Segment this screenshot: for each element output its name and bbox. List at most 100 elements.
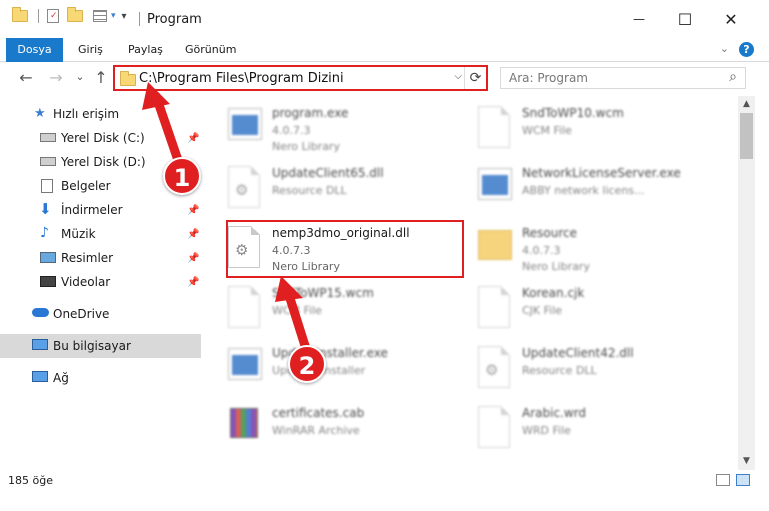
navigation-bar: ← → ⌄ ↑ C:\Program Files\Program Dizini …: [0, 62, 769, 94]
star-icon: ★: [34, 106, 46, 121]
forward-button[interactable]: →: [46, 68, 66, 87]
search-placeholder: Ara: Program: [509, 71, 588, 85]
sidebar-item-label: Bu bilgisayar: [53, 339, 131, 353]
tab-home[interactable]: Giriş: [68, 38, 113, 62]
sidebar-item-quick-access[interactable]: ★ Hızlı erişim: [0, 102, 201, 126]
pin-icon[interactable]: 📌: [187, 229, 199, 240]
app-icon: [478, 168, 512, 200]
up-button[interactable]: ↑: [91, 68, 111, 87]
address-bar[interactable]: C:\Program Files\Program Dizini ⌵ ⟳: [113, 65, 488, 91]
bottom-strip: [0, 492, 769, 511]
file-item[interactable]: Korean.cjk CJK File: [462, 280, 697, 336]
file-item[interactable]: Arabic.wrd WRD File: [462, 400, 697, 456]
file-name: NetworkLicenseServer.exe: [522, 166, 681, 180]
chevron-down-icon[interactable]: ▾: [111, 11, 116, 21]
sidebar-item-this-pc[interactable]: Bu bilgisayar: [0, 334, 201, 358]
sidebar-item-label: Hızlı erişim: [53, 107, 120, 121]
file-item[interactable]: NetworkLicenseServer.exe ABBY network li…: [462, 160, 697, 216]
pin-icon[interactable]: 📌: [187, 133, 199, 144]
back-button[interactable]: ←: [16, 68, 36, 87]
chevron-down-icon[interactable]: ⌵: [454, 71, 462, 82]
file-item[interactable]: Resource 4.0.7.3 Nero Library: [462, 220, 697, 276]
title-bar: ✓ ▾ ▾ Program — ☐ ✕: [0, 0, 769, 38]
sidebar-item-videos[interactable]: Videolar 📌: [0, 270, 201, 294]
sidebar-item-music[interactable]: ♪ Müzik 📌: [0, 222, 201, 246]
minimize-button[interactable]: —: [616, 0, 662, 38]
tab-view[interactable]: Görünüm: [175, 38, 246, 62]
cloud-icon: [32, 308, 49, 317]
dll-icon: ⚙: [478, 346, 510, 388]
sidebar-item-label: İndirmeler: [61, 203, 123, 217]
sidebar-item-downloads[interactable]: ⬇ İndirmeler 📌: [0, 198, 201, 222]
customize-toolbar-icon[interactable]: ▾: [122, 11, 127, 22]
sidebar-item-label: Belgeler: [61, 179, 111, 193]
folder-icon: [478, 230, 512, 260]
sidebar-item-pictures[interactable]: Resimler 📌: [0, 246, 201, 270]
file-name: certificates.cab: [272, 406, 365, 420]
sidebar-item-label: Videolar: [61, 275, 111, 289]
maximize-button[interactable]: ☐: [662, 0, 708, 38]
file-item[interactable]: UpdateInstaller.exe Updates installer: [212, 340, 447, 396]
vertical-scrollbar[interactable]: ▲ ▼: [738, 96, 755, 470]
scroll-up-icon[interactable]: ▲: [738, 96, 755, 113]
network-icon: [32, 371, 48, 382]
pin-icon[interactable]: 📌: [187, 253, 199, 264]
sidebar-item-disk-c[interactable]: Yerel Disk (C:) 📌: [0, 126, 201, 150]
step-2-badge: 2: [288, 345, 326, 383]
view-icon[interactable]: [93, 10, 107, 22]
file-type: WinRAR Archive: [272, 424, 360, 437]
sidebar-item-label: Müzik: [61, 227, 96, 241]
file-item[interactable]: program.exe 4.0.7.3 Nero Library: [212, 100, 447, 156]
search-icon[interactable]: ⌕: [729, 69, 737, 85]
address-path[interactable]: C:\Program Files\Program Dizini: [139, 71, 344, 86]
expand-ribbon-icon[interactable]: ⌄: [720, 42, 729, 55]
file-item[interactable]: SndToWP15.wcm WCM File: [212, 280, 447, 336]
file-type: WCM File: [522, 124, 572, 137]
sidebar-item-label: Ağ: [53, 371, 69, 385]
file-item[interactable]: ⚙ UpdateClient65.dll Resource DLL: [212, 160, 447, 216]
sidebar-item-onedrive[interactable]: OneDrive: [0, 302, 201, 326]
step-1-badge: 1: [163, 157, 201, 195]
computer-icon: [32, 339, 48, 350]
refresh-icon[interactable]: ⟳: [464, 67, 486, 89]
file-description: Nero Library: [272, 140, 340, 153]
pin-icon[interactable]: 📌: [187, 205, 199, 216]
tab-share[interactable]: Paylaş: [118, 38, 173, 62]
pictures-icon: [40, 252, 56, 263]
file-name: SndToWP15.wcm: [272, 286, 374, 300]
drive-icon: [40, 133, 56, 142]
sidebar-item-label: Resimler: [61, 251, 114, 265]
app-icon: [228, 348, 262, 380]
close-button[interactable]: ✕: [708, 0, 754, 38]
properties-icon[interactable]: ✓: [47, 9, 59, 23]
ribbon: Dosya Giriş Paylaş Görünüm ⌄ ?: [0, 38, 769, 94]
file-item[interactable]: ⚙ UpdateClient42.dll Resource DLL: [462, 340, 697, 396]
details-view-icon[interactable]: [716, 474, 730, 486]
file-highlight-box: [226, 220, 464, 278]
folder-icon[interactable]: [12, 7, 28, 22]
file-type: ABBY network licens...: [522, 184, 645, 197]
recent-locations-button[interactable]: ⌄: [70, 70, 90, 83]
maximize-icon: ☐: [677, 9, 693, 29]
pin-icon[interactable]: 📌: [187, 277, 199, 288]
folder-icon: [120, 71, 136, 86]
file-type: WCM File: [272, 304, 322, 317]
item-count: 185 öğe: [8, 474, 53, 487]
help-icon[interactable]: ?: [739, 42, 754, 57]
file-item[interactable]: SndToWP10.wcm WCM File: [462, 100, 697, 156]
search-input[interactable]: Ara: Program ⌕: [500, 67, 746, 89]
scroll-thumb[interactable]: [740, 113, 753, 159]
window-title: Program: [147, 12, 202, 27]
new-folder-icon[interactable]: [67, 7, 83, 22]
app-icon: [228, 108, 262, 140]
sidebar-item-network[interactable]: Ağ: [0, 366, 201, 390]
file-item[interactable]: certificates.cab WinRAR Archive: [212, 400, 447, 456]
videos-icon: [40, 276, 56, 287]
file-type: WRD File: [522, 424, 571, 437]
file-type: Resource DLL: [272, 184, 347, 197]
minimize-icon: —: [633, 12, 645, 26]
file-name: UpdateClient42.dll: [522, 346, 634, 360]
scroll-down-icon[interactable]: ▼: [738, 453, 755, 470]
file-icon: [478, 106, 510, 148]
tiles-view-icon[interactable]: [736, 474, 750, 486]
